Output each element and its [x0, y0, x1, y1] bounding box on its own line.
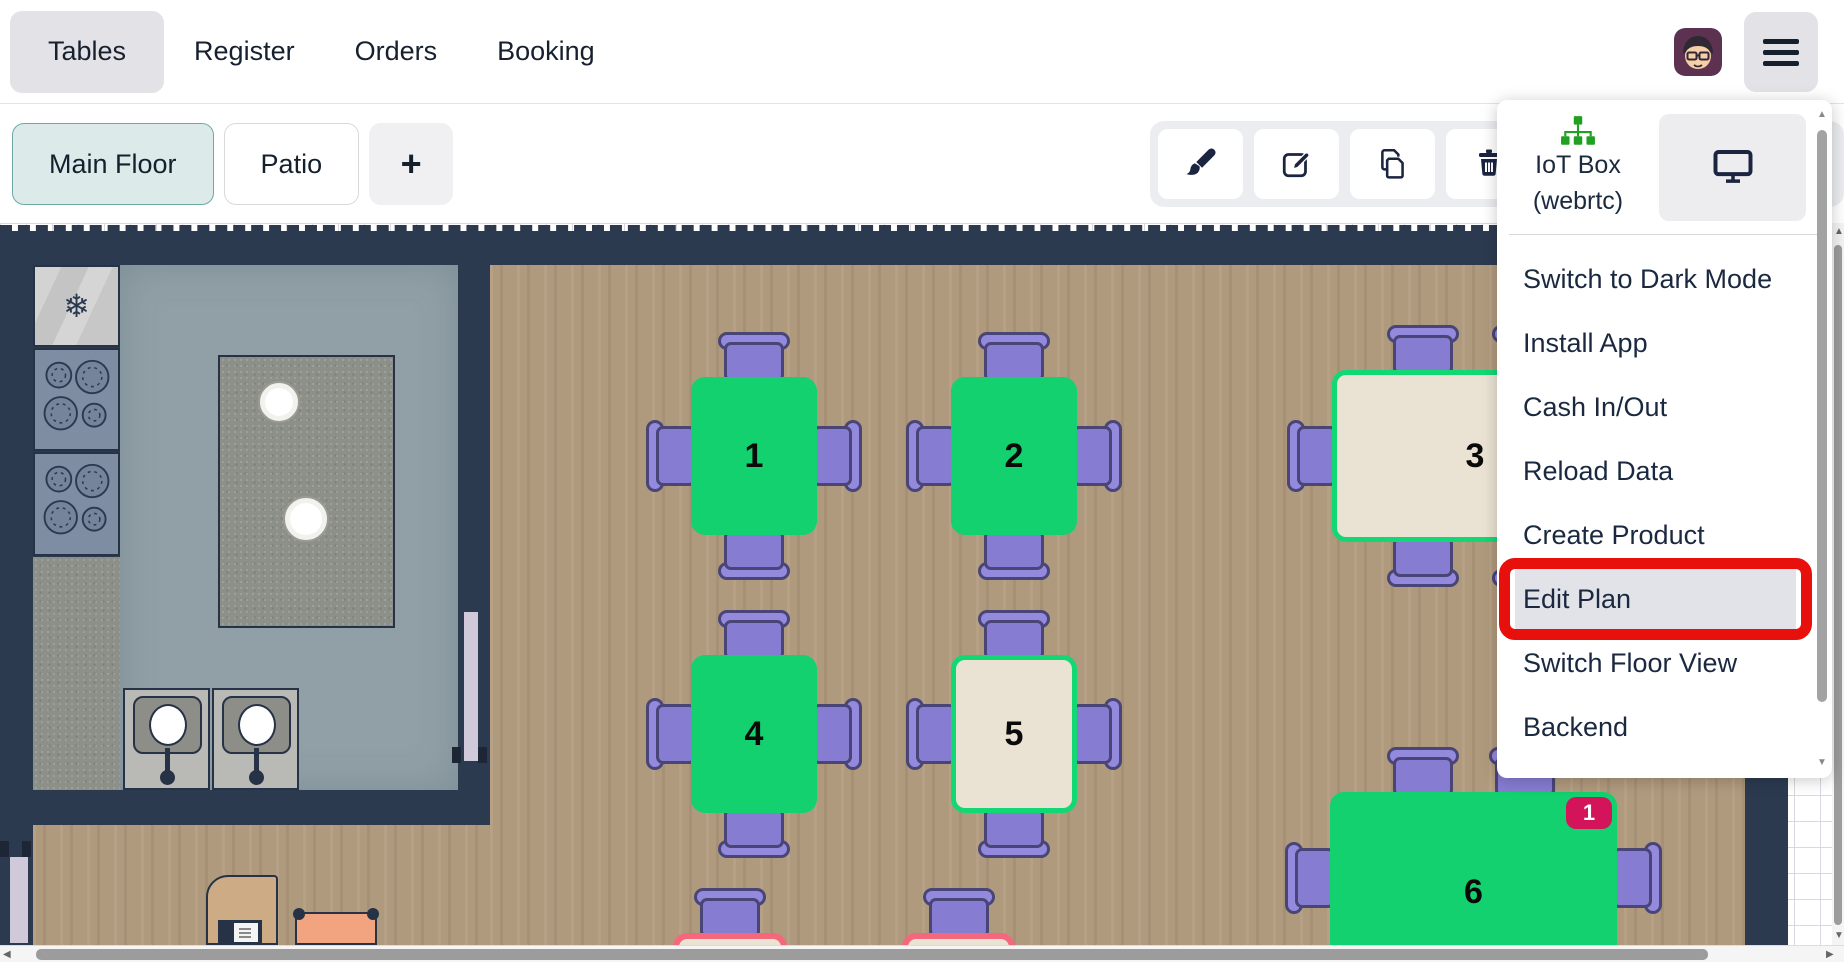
- sitemap-icon: [1497, 116, 1659, 148]
- chair: [978, 332, 1050, 382]
- nav-tab-booking[interactable]: Booking: [467, 11, 625, 93]
- chair: [718, 530, 790, 580]
- edit-note-icon: [1280, 146, 1314, 183]
- chair: [906, 698, 956, 770]
- vertical-scrollbar[interactable]: ▲ ▼: [1832, 223, 1844, 945]
- table[interactable]: [673, 933, 787, 945]
- table-number: 1: [744, 436, 764, 475]
- horizontal-scroll-thumb[interactable]: [36, 949, 1708, 960]
- copy-icon: [1376, 146, 1410, 183]
- nav-tab-register[interactable]: Register: [164, 11, 325, 93]
- chair: [812, 420, 862, 492]
- hamburger-dropdown-menu: IoT Box (webrtc) Switch to Dark Mode Inst…: [1497, 100, 1832, 778]
- chair: [718, 610, 790, 660]
- chair: [646, 698, 696, 770]
- copy-button[interactable]: [1350, 129, 1435, 199]
- floor-tab-patio[interactable]: Patio: [223, 123, 360, 205]
- avatar[interactable]: [1674, 28, 1722, 76]
- chair: [1387, 537, 1459, 587]
- scroll-up-icon[interactable]: ▲: [1834, 227, 1844, 237]
- hamburger-icon: [1763, 38, 1799, 44]
- chair: [906, 420, 956, 492]
- menu-item-switch-to-dark-mode[interactable]: Switch to Dark Mode: [1515, 247, 1796, 311]
- scroll-down-icon[interactable]: ▼: [1834, 931, 1844, 941]
- chair: [1072, 698, 1122, 770]
- add-floor-button[interactable]: +: [369, 123, 454, 205]
- chair: [718, 808, 790, 858]
- menu-scroll-up-icon[interactable]: ▲: [1817, 110, 1827, 120]
- menu-items: Switch to Dark Mode Install App Cash In/Ou…: [1497, 247, 1832, 759]
- floor-tab-main-floor[interactable]: Main Floor: [12, 123, 214, 205]
- menu-scrollbar[interactable]: ▲ ▼: [1816, 108, 1828, 770]
- menu-item-edit-plan[interactable]: Edit Plan: [1499, 558, 1812, 640]
- iot-box-detail: (webrtc): [1532, 186, 1624, 215]
- table-number: 4: [744, 714, 764, 753]
- menu-item-cash-in-out[interactable]: Cash In/Out: [1515, 375, 1796, 439]
- table-6[interactable]: 61: [1330, 792, 1617, 945]
- table-5[interactable]: 5: [951, 655, 1077, 813]
- table-4[interactable]: 4: [691, 655, 817, 813]
- nav-tab-orders[interactable]: Orders: [325, 11, 468, 93]
- chair: [978, 808, 1050, 858]
- table-1[interactable]: 1: [691, 377, 817, 535]
- chair: [978, 530, 1050, 580]
- chair: [1387, 325, 1459, 375]
- monitor-icon: [1712, 147, 1754, 188]
- table-number: 3: [1465, 436, 1485, 475]
- customer-display-button[interactable]: [1659, 114, 1806, 221]
- chair: [1612, 842, 1662, 914]
- iot-box-name: IoT Box: [1535, 151, 1621, 179]
- menu-item-backend[interactable]: Backend: [1515, 695, 1796, 759]
- table[interactable]: [902, 933, 1015, 945]
- chair: [978, 610, 1050, 660]
- chair: [922, 888, 995, 938]
- scroll-left-icon[interactable]: ◀: [3, 950, 11, 960]
- table-number: 6: [1464, 872, 1483, 911]
- menu-scroll-down-icon[interactable]: ▼: [1817, 758, 1827, 768]
- table-2[interactable]: 2: [951, 377, 1077, 535]
- vertical-scroll-thumb[interactable]: [1834, 245, 1842, 925]
- chair: [1285, 842, 1335, 914]
- menu-item-install-app[interactable]: Install App: [1515, 311, 1796, 375]
- paint-brush-button[interactable]: [1158, 129, 1243, 199]
- chair: [694, 888, 766, 938]
- annotation-box: [1499, 558, 1812, 640]
- hamburger-menu-button[interactable]: [1744, 12, 1818, 92]
- chair: [1287, 420, 1337, 492]
- chair: [812, 698, 862, 770]
- chair: [646, 420, 696, 492]
- top-navbar: Tables Register Orders Booking: [0, 0, 1844, 104]
- floor-tabs: Main Floor Patio +: [12, 123, 454, 205]
- nav-tabs: Tables Register Orders Booking: [0, 0, 625, 103]
- menu-header: IoT Box (webrtc): [1497, 100, 1832, 234]
- paint-brush-icon: [1184, 146, 1218, 183]
- nav-tab-tables[interactable]: Tables: [10, 10, 165, 93]
- order-count-badge: 1: [1566, 797, 1612, 829]
- chair: [1072, 420, 1122, 492]
- menu-scroll-thumb[interactable]: [1817, 130, 1827, 702]
- menu-divider: [1509, 234, 1820, 235]
- edit-note-button[interactable]: [1254, 129, 1339, 199]
- menu-item-reload-data[interactable]: Reload Data: [1515, 439, 1796, 503]
- horizontal-scrollbar[interactable]: ◀ ▶: [0, 945, 1844, 962]
- menu-item-create-product[interactable]: Create Product: [1515, 503, 1796, 567]
- table-number: 5: [1004, 714, 1024, 753]
- table-number: 2: [1004, 436, 1024, 475]
- chair: [1386, 747, 1459, 797]
- chair: [718, 332, 790, 382]
- iot-box-status[interactable]: IoT Box (webrtc): [1497, 114, 1659, 234]
- menu-item-switch-floor-view[interactable]: Switch Floor View: [1515, 631, 1796, 695]
- scroll-right-icon[interactable]: ▶: [1826, 950, 1834, 960]
